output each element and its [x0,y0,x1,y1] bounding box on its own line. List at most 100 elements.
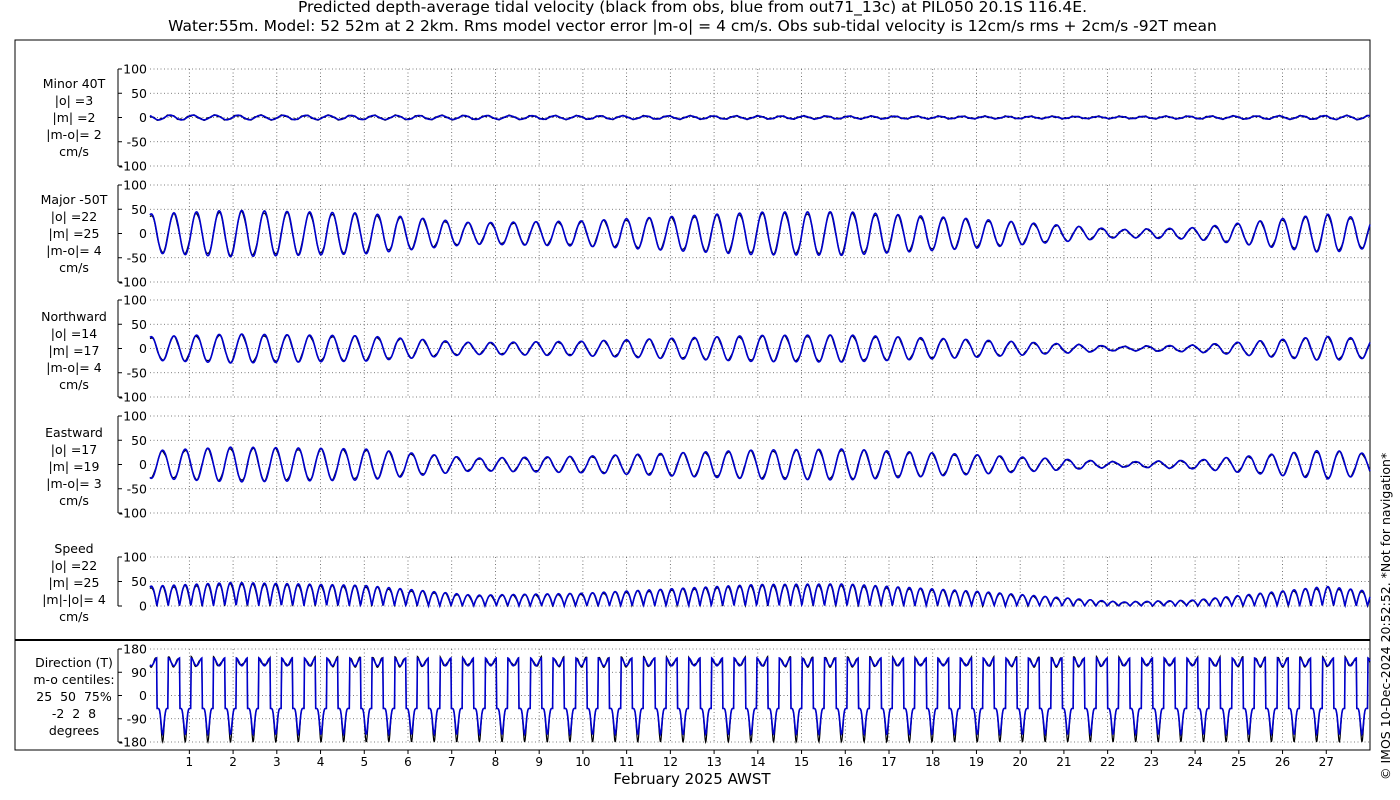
x-tick-label: 20 [1013,755,1028,769]
panel-label-line: |m| =25 [48,226,100,241]
panel-label-4: Eastward |o| =17 |m| =19 |m-o|= 3 cm/s [22,424,126,509]
y-tick-label: 100 [123,550,147,565]
x-tick-label: 21 [1056,755,1071,769]
y-tick-label: -100 [119,159,147,174]
y-tick-label: 50 [131,202,147,217]
y-tick-label: 0 [139,110,147,125]
x-tick-label: 25 [1231,755,1246,769]
panel-label-line: m-o centiles: [33,672,115,687]
y-tick-label: 100 [123,178,147,193]
panel-label-line: |m-o|= 4 [46,243,102,258]
x-tick-label: 19 [969,755,984,769]
panel-label-5: Speed |o| =22 |m| =25 |m|-|o|= 4 cm/s [22,540,126,625]
x-axis: 1 2 3 4 5 6 7 8 9 10 11 12 13 14 15 16 17 18 19 20 21 22 23 24 2… [186,750,1334,788]
panel-label-line: |o| =14 [50,326,98,341]
panel-label-line: Major -50T [40,192,108,207]
x-tick-label: 13 [706,755,721,769]
y-tick-label: -90 [127,711,147,726]
panel-label-line: cm/s [59,260,89,275]
x-tick-label: 12 [663,755,678,769]
panel-1: 100 50 0 -50 -100 [117,62,1371,174]
panel-label-line: degrees [48,723,100,738]
chart-title-line-2: Water:55m. Model: 52 52m at 2 2km. Rms m… [168,17,1217,35]
y-tick-label: 100 [123,62,147,77]
x-tick-label: 15 [794,755,809,769]
y-tick-label: -100 [119,275,147,290]
x-tick-label: 18 [925,755,940,769]
y-tick-label: 180 [123,642,147,657]
panel-4: 100500-50-100 [117,409,1371,521]
x-tick-label: 5 [360,755,368,769]
tidal-velocity-figure: 100500-50-100100500-50-100100500-50-1001… [14,39,1371,788]
panel-label-line: Direction (T) [35,655,113,670]
x-tick-label: 26 [1275,755,1290,769]
y-tick-label: 0 [139,688,147,703]
y-tick-label: 50 [131,433,147,448]
panel-5: 100 50 0 [117,550,1371,614]
panel-label-line: |m-o|= 2 [46,127,102,142]
x-tick-label: 24 [1187,755,1202,769]
x-tick-label: 11 [619,755,634,769]
x-tick-label: 10 [575,755,590,769]
panel-label-line: |o| =22 [50,558,98,573]
panel-label-line: |m-o|= 4 [46,360,102,375]
y-tick-label: -50 [127,134,147,149]
panel-label-line: cm/s [59,493,89,508]
panel-label-line: |m| =2 [52,110,96,125]
panel-label-line: cm/s [59,144,89,159]
panel-label-2: Major -50T |o| =22 |m| =25 |m-o|= 4 cm/s [22,191,126,276]
watermark-text: © IMOS 10-Dec-2024 20:52:52. *Not for na… [1378,452,1393,780]
model-series-line [149,656,1371,737]
chart-title-line-1: Predicted depth-average tidal velocity (… [297,0,1088,16]
y-tick-label: 90 [131,665,147,680]
panel-label-1: Minor 40T |o| =3 |m| =2 |m-o|= 2 cm/s [22,75,126,160]
panel-label-line: |o| =17 [50,442,98,457]
panel-label-line: |m| =19 [48,459,100,474]
panel-label-line: |m| =25 [48,575,100,590]
x-tick-label: 3 [273,755,281,769]
direction-frame [14,639,1371,751]
x-tick-label: 17 [881,755,896,769]
y-tick-label: -50 [127,250,147,265]
y-tick-label: -50 [127,481,147,496]
panel-label-line: |o| =3 [54,93,94,108]
x-tick-label: 27 [1319,755,1334,769]
panel-label-line: |o| =22 [50,209,98,224]
panel-label-line: cm/s [59,609,89,624]
y-tick-label: 0 [139,226,147,241]
panel-6: 180900-90-180 [117,642,1371,750]
panel-label-line: Eastward [45,425,103,440]
x-tick-label: 2 [229,755,237,769]
panel-label-3: Northward |o| =14 |m| =17 |m-o|= 4 cm/s [22,308,126,393]
panel-label-line: Northward [41,309,107,324]
x-tick-label: 16 [838,755,853,769]
x-axis-label: February 2025 AWST [613,770,771,788]
x-tick-label: 9 [535,755,543,769]
panel-label-line: cm/s [59,377,89,392]
panel-label-line: Speed [54,541,94,556]
x-tick-label: 7 [448,755,456,769]
y-tick-label: 0 [139,341,147,356]
x-tick-label: 8 [492,755,500,769]
panel-label-line: 25 50 75% [36,689,112,704]
x-tick-label: 4 [317,755,325,769]
y-tick-label: 100 [123,293,147,308]
y-tick-label: 50 [131,86,147,101]
x-tick-label: 1 [186,755,194,769]
panel-label-line: -2 2 8 [51,706,97,721]
panel-label-line: |m-o|= 3 [46,476,102,491]
x-tick-label: 23 [1144,755,1159,769]
panel-label-line: |m|-|o|= 4 [42,592,106,607]
y-tick-label: 50 [131,574,147,589]
x-tick-label: 22 [1100,755,1115,769]
panel-label-6: Direction (T) m-o centiles: 25 50 75% -2 2 … [22,654,126,739]
x-tick-label: 6 [404,755,412,769]
x-tick-label: 14 [750,755,765,769]
y-tick-label: 0 [139,599,147,614]
panel-label-line: |m| =17 [48,343,100,358]
y-tick-label: 0 [139,457,147,472]
y-tick-label: 100 [123,409,147,424]
panel-3: 100500-50-100 [117,293,1371,405]
y-tick-label: -50 [127,365,147,380]
panels-layer: 100500-50-100100500-50-100100500-50-1001… [14,39,1371,751]
